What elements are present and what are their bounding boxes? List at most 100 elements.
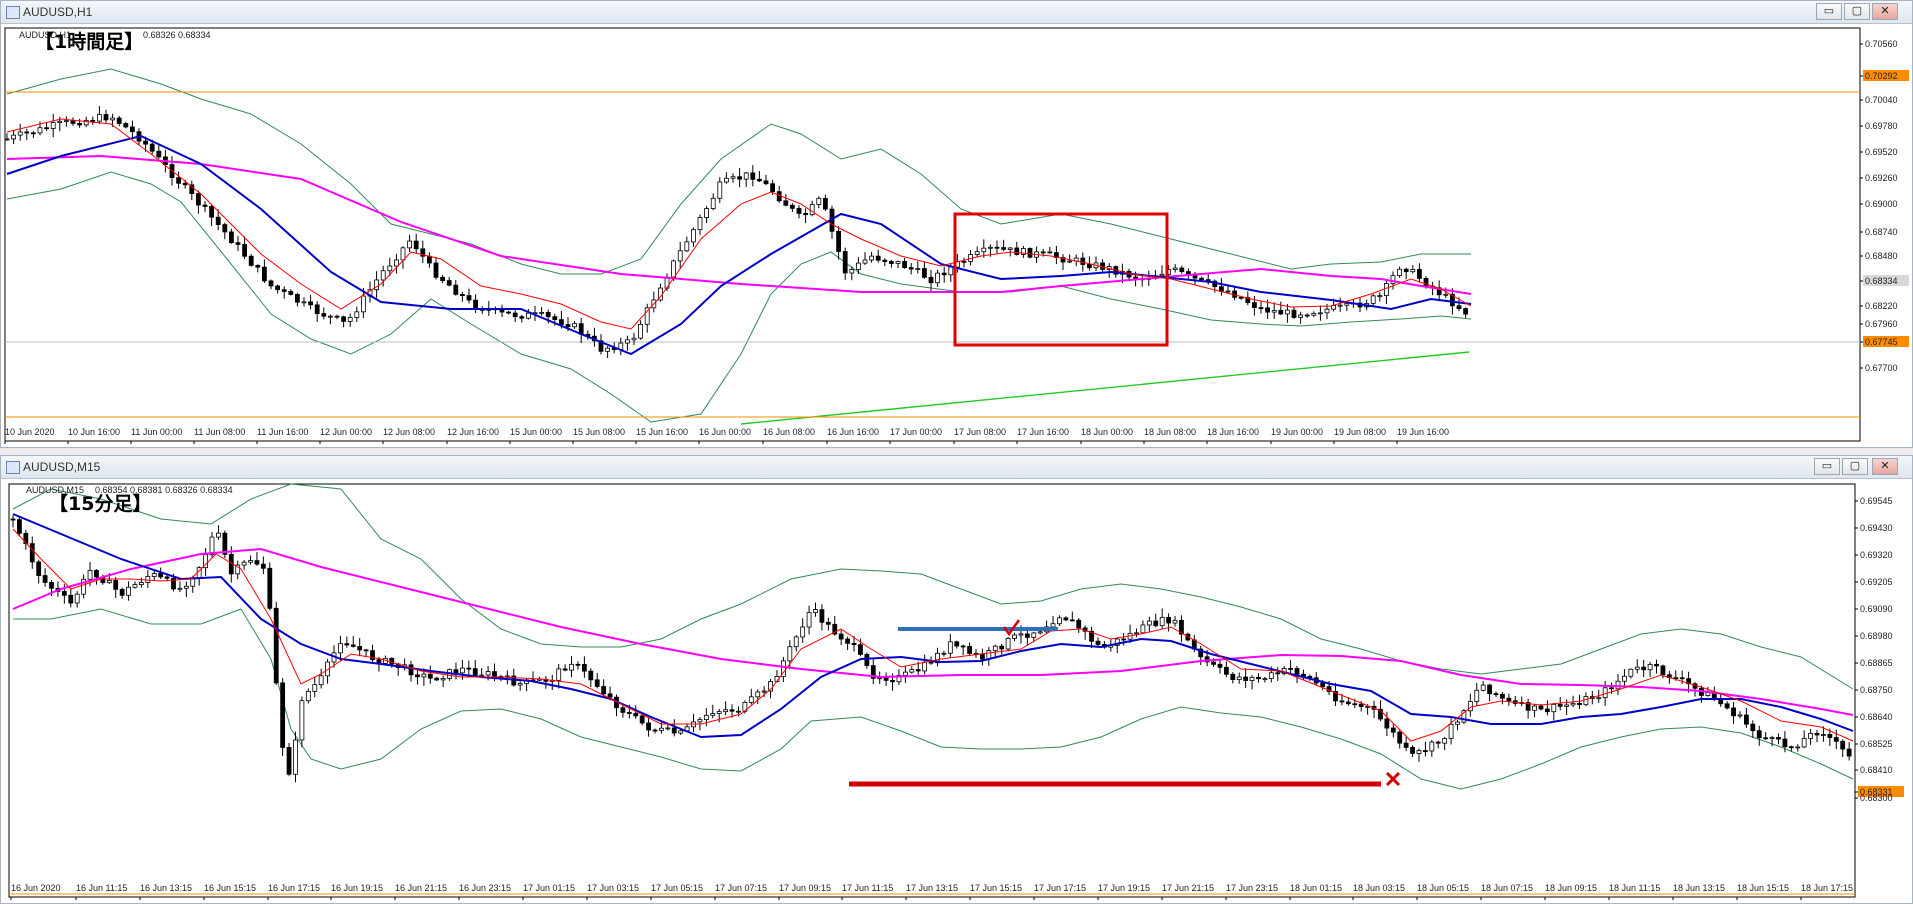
candle-body [1583, 696, 1589, 706]
candle-body [763, 180, 769, 185]
price-label: 0.68740 [1865, 227, 1898, 237]
candle-body [1769, 737, 1775, 739]
candle-body [519, 316, 525, 319]
price-label: 0.68300 [1860, 793, 1893, 803]
candle-body [1217, 663, 1223, 668]
candle-body [216, 532, 221, 538]
candle-body [1337, 304, 1343, 307]
candle-body [909, 669, 915, 673]
minimize-button[interactable]: ▭ [1816, 3, 1842, 20]
candle-body [1179, 267, 1185, 273]
candle-body [57, 120, 63, 123]
minimize-button[interactable]: ▭ [1814, 458, 1840, 475]
candle-body [851, 643, 857, 646]
candle-body [1304, 314, 1310, 317]
price-chart-m15[interactable]: AUDUSD,M15 0.68354 0.68381 0.68326 0.683… [1, 479, 1912, 903]
maximize-button[interactable]: ▢ [1844, 3, 1870, 20]
candle-body [1750, 723, 1756, 732]
candle-body [1311, 312, 1317, 316]
candle-body [1285, 309, 1290, 315]
candle-body [1384, 282, 1389, 297]
candle-body [724, 177, 729, 183]
candle-body [427, 673, 433, 679]
candle-body [1782, 738, 1788, 748]
candle-body [1352, 703, 1358, 706]
candle-body [1628, 668, 1634, 677]
candle-body [222, 224, 228, 233]
close-button[interactable]: ✕ [1872, 458, 1898, 475]
candle-body [1384, 718, 1390, 729]
candle-body [138, 582, 144, 585]
candle-body [1294, 668, 1300, 675]
candle-body [473, 299, 479, 310]
price-label: 0.69320 [1860, 550, 1893, 560]
candle-body [581, 664, 587, 672]
candle-body [1037, 631, 1043, 634]
candle-body [113, 579, 119, 590]
candle-body [1532, 705, 1537, 711]
close-button[interactable]: ✕ [1872, 3, 1898, 20]
candle-body [1063, 617, 1069, 621]
time-label: 17 Jun 19:15 [1098, 883, 1150, 893]
chart-window-h1[interactable]: AUDUSD,H1 ▭ ▢ ✕ AUDUSD,H1 0.68326 0.6833… [0, 0, 1913, 448]
candle-body [1211, 661, 1216, 665]
candle-body [235, 242, 241, 245]
candle-body [1397, 731, 1403, 744]
candle-body [1134, 632, 1139, 635]
candle-body [559, 319, 564, 325]
timeframe-label: 【1時間足】 [35, 30, 143, 53]
time-label: 16 Jun 21:15 [395, 883, 447, 893]
time-label: 17 Jun 08:00 [954, 427, 1006, 437]
candle-body [671, 727, 677, 734]
candle-body [659, 727, 664, 731]
candle-body [126, 586, 131, 596]
candle-body [646, 722, 651, 731]
candle-body [1846, 748, 1852, 757]
chart-canvas[interactable]: AUDUSD,H1 0.68326 0.68334 【1時間足】 0.70560… [1, 24, 1912, 447]
candle-body [806, 612, 812, 628]
candle-body [64, 120, 69, 123]
time-label: 18 Jun 16:00 [1207, 427, 1259, 437]
candle-body [215, 216, 221, 225]
candle-body [380, 270, 386, 281]
chart-canvas[interactable]: AUDUSD,M15 0.68354 0.68381 0.68326 0.683… [1, 479, 1912, 903]
candle-body [838, 633, 844, 640]
candle-body [1370, 295, 1376, 304]
candle-body [327, 315, 333, 318]
candle-body [433, 262, 439, 278]
candle-body [1324, 308, 1330, 314]
window-titlebar[interactable]: AUDUSD,M15 ▭ ▢ ✕ [1, 456, 1912, 479]
candle-body [344, 643, 350, 646]
candle-body [1814, 733, 1820, 736]
candle-body [70, 120, 76, 124]
window-titlebar[interactable]: AUDUSD,H1 ▭ ▢ ✕ [1, 1, 1912, 24]
time-label: 18 Jun 00:00 [1081, 427, 1133, 437]
candle-body [426, 255, 432, 264]
candle-body [103, 114, 109, 121]
candle-body [459, 667, 465, 674]
candle-body [1069, 619, 1075, 622]
candle-body [809, 204, 815, 216]
time-label: 11 Jun 16:00 [257, 427, 308, 437]
candle-body [312, 684, 318, 692]
time-label: 17 Jun 01:15 [523, 883, 575, 893]
candle-body [1007, 247, 1013, 250]
candle-body [902, 671, 908, 676]
candle-body [182, 182, 188, 186]
time-label: 16 Jun 16:00 [827, 427, 879, 437]
candle-body [748, 696, 754, 703]
price-chart-h1[interactable]: AUDUSD,H1 0.68326 0.68334 【1時間足】 0.70560… [1, 24, 1912, 447]
candle-body [74, 593, 80, 604]
time-label: 16 Jun 19:15 [331, 883, 383, 893]
chart-window-m15[interactable]: AUDUSD,M15 ▭ ▢ ✕ AUDUSD,M15 0.68354 0.68… [0, 455, 1913, 904]
candle-body [1615, 680, 1621, 690]
price-label: 0.69520 [1865, 147, 1898, 157]
maximize-button[interactable]: ▢ [1842, 458, 1868, 475]
candle-body [4, 138, 10, 141]
time-label: 18 Jun 03:15 [1353, 883, 1405, 893]
time-label: 17 Jun 16:00 [1017, 427, 1069, 437]
candle-body [960, 645, 966, 648]
candle-body [1641, 666, 1647, 671]
time-label: 11 Jun 08:00 [194, 427, 245, 437]
candle-body [757, 178, 762, 182]
